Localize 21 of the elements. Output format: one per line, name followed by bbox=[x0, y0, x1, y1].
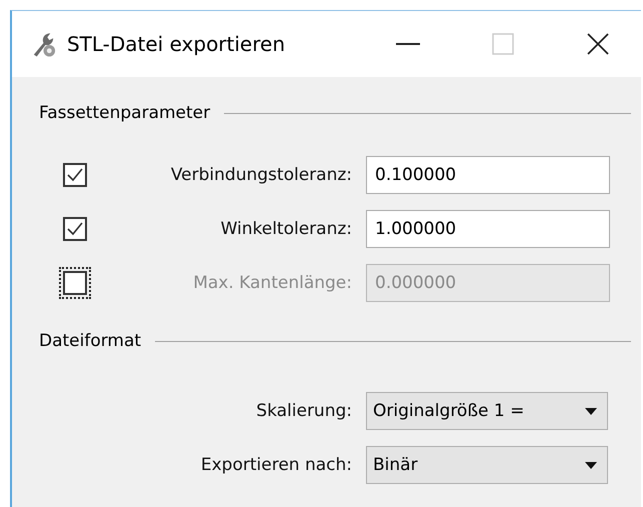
checkbox[interactable] bbox=[63, 163, 87, 187]
caret-icon bbox=[585, 408, 597, 414]
field-label: Skalierung: bbox=[255, 401, 353, 421]
input-field[interactable]: 1.000000 bbox=[366, 210, 610, 248]
input-field[interactable]: 0.100000 bbox=[366, 156, 610, 194]
checkbox[interactable] bbox=[63, 217, 87, 241]
minimize-icon bbox=[396, 43, 420, 45]
close-icon bbox=[586, 33, 609, 55]
field-label: Max. Kantenlänge: bbox=[192, 273, 353, 293]
dropdown[interactable]: Binär bbox=[366, 446, 608, 484]
field-label: Verbindungstoleranz: bbox=[170, 165, 353, 185]
caret-icon bbox=[585, 462, 597, 468]
field-label: Exportieren nach: bbox=[200, 455, 353, 475]
checkmark-icon bbox=[67, 222, 83, 236]
dropdown[interactable]: Originalgröße 1 = bbox=[366, 392, 608, 430]
field-label: Winkeltoleranz: bbox=[220, 219, 353, 239]
section-heading: Dateiformat bbox=[39, 331, 142, 351]
section-heading: Fassettenparameter bbox=[39, 103, 210, 123]
maximize-icon bbox=[492, 33, 514, 55]
window-title: STL-Datei exportieren bbox=[66, 32, 286, 56]
checkmark-icon bbox=[67, 168, 83, 182]
